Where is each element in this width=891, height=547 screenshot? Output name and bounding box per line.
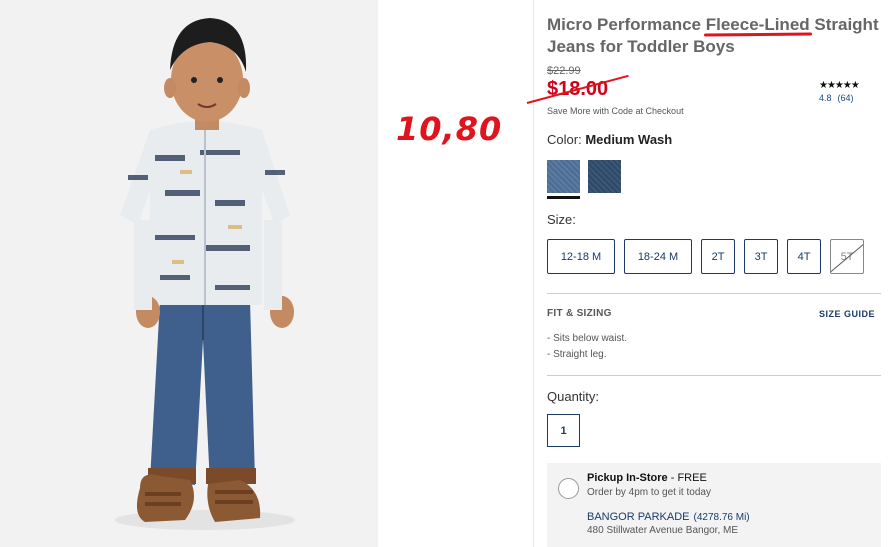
swatch-dark-wash[interactable] bbox=[588, 160, 621, 193]
fit-item-text: Sits below waist. bbox=[553, 333, 628, 344]
fit-item-text: Straight leg. bbox=[553, 349, 607, 360]
quantity-input[interactable]: 1 bbox=[547, 414, 580, 447]
pickup-store[interactable]: BANGOR PARKADE (4278.76 Mi) bbox=[587, 511, 750, 523]
annotation-price: 10,80 bbox=[396, 110, 503, 148]
product-details: Micro Performance Fleece-Lined Straight … bbox=[526, 0, 883, 547]
size-18-24m-button[interactable]: 18-24 M bbox=[624, 239, 692, 274]
pickup-free: - FREE bbox=[667, 472, 707, 484]
fit-item: - Straight leg. bbox=[547, 349, 607, 360]
store-distance: (4278.76 Mi) bbox=[693, 512, 750, 523]
size-12-18m-button[interactable]: 12-18 M bbox=[547, 239, 615, 274]
divider bbox=[547, 375, 881, 376]
rating-score: 4.8 bbox=[819, 93, 832, 103]
rating-summary[interactable]: ★★★★★ 4.8 (64) bbox=[819, 80, 860, 103]
product-image bbox=[0, 0, 378, 547]
rating-count[interactable]: (64) bbox=[838, 93, 854, 103]
product-title: Micro Performance Fleece-Lined Straight … bbox=[547, 14, 882, 58]
fit-sizing-heading: FIT & SIZING bbox=[547, 308, 612, 319]
title-highlight: Fleece-Lined bbox=[705, 15, 810, 34]
column-divider bbox=[533, 0, 534, 547]
pickup-radio[interactable] bbox=[558, 478, 579, 499]
divider bbox=[547, 293, 881, 294]
swatch-medium-wash[interactable] bbox=[547, 160, 580, 193]
store-address: 480 Stillwater Avenue Bangor, ME bbox=[587, 525, 739, 536]
pickup-title-text: Pickup In-Store bbox=[587, 472, 668, 484]
toddler-illustration bbox=[0, 0, 378, 547]
selected-swatch-indicator bbox=[547, 196, 580, 199]
color-label-text: Color: bbox=[547, 132, 582, 147]
save-more-note: Save More with Code at Checkout bbox=[547, 106, 684, 116]
store-name[interactable]: BANGOR PARKADE bbox=[587, 511, 690, 523]
rating-stars-icon: ★★★★★ bbox=[819, 80, 860, 91]
selected-color: Medium Wash bbox=[585, 132, 673, 147]
color-label: Color: Medium Wash bbox=[547, 132, 672, 147]
title-part-1: Micro Performance bbox=[547, 15, 706, 34]
size-4t-button[interactable]: 4T bbox=[787, 239, 821, 274]
pickup-title: Pickup In-Store - FREE bbox=[587, 472, 707, 484]
size-guide-link[interactable]: SIZE GUIDE bbox=[819, 309, 875, 319]
fit-list: - Sits below waist. - Straight leg. bbox=[547, 331, 627, 363]
fit-item: - Sits below waist. bbox=[547, 333, 628, 344]
original-price: $22.99 bbox=[547, 65, 581, 77]
size-5t-button[interactable]: 5T bbox=[830, 239, 864, 274]
size-2t-button[interactable]: 2T bbox=[701, 239, 735, 274]
pickup-order-by: Order by 4pm to get it today bbox=[587, 487, 711, 498]
rating-row: 4.8 (64) bbox=[819, 93, 860, 103]
quantity-label: Quantity: bbox=[547, 389, 600, 404]
size-label: Size: bbox=[547, 212, 576, 227]
size-3t-button[interactable]: 3T bbox=[744, 239, 778, 274]
pickup-in-store-option[interactable]: Pickup In-Store - FREE Order by 4pm to g… bbox=[547, 463, 881, 547]
